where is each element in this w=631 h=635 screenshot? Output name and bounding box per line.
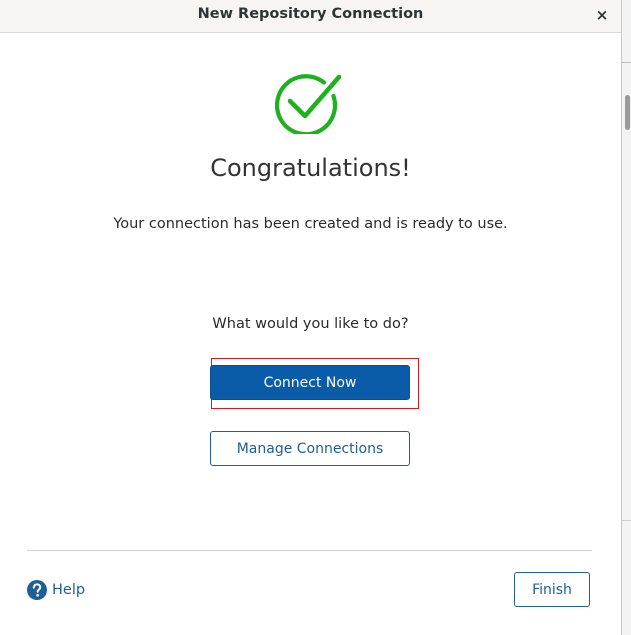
close-icon: × <box>595 6 609 24</box>
help-label: Help <box>52 582 86 598</box>
background-edge-line <box>622 520 631 521</box>
finish-button[interactable]: Finish <box>514 572 590 607</box>
close-button[interactable]: × <box>593 6 611 24</box>
manage-connections-button[interactable]: Manage Connections <box>210 431 410 466</box>
dialog-title: New Repository Connection <box>197 6 424 22</box>
background-scrollbar <box>625 95 630 130</box>
connect-now-button[interactable]: Connect Now <box>210 365 410 400</box>
check-circle-icon <box>275 74 342 134</box>
success-message: Your connection has been created and is … <box>113 216 508 232</box>
next-step-question: What would you like to do? <box>212 316 409 332</box>
question-circle-icon <box>27 580 47 600</box>
help-link[interactable]: Help <box>27 579 85 601</box>
footer-divider <box>27 550 592 551</box>
background-divider <box>622 62 631 93</box>
title-bar: New Repository Connection × <box>0 0 621 33</box>
background-window-edge <box>621 0 631 635</box>
dialog-window: New Repository Connection × Congratulati… <box>0 0 631 635</box>
page-heading: Congratulations! <box>210 154 411 182</box>
